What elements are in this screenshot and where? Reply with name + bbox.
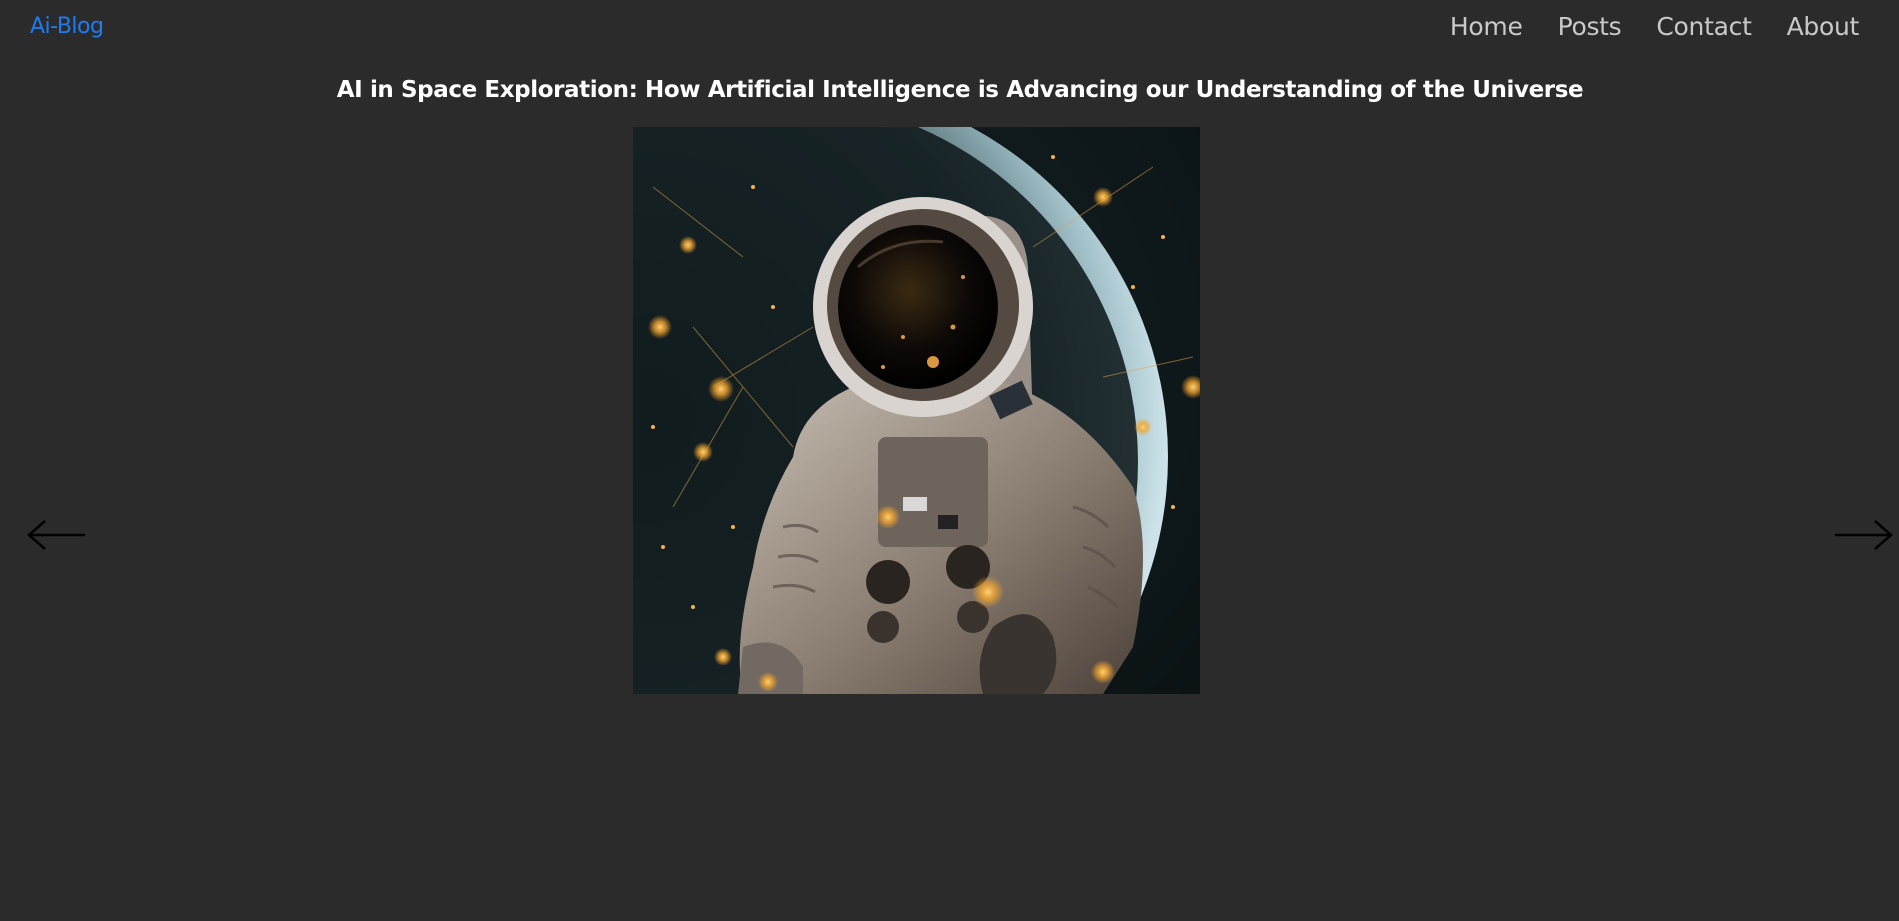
nav-posts[interactable]: Posts [1558,12,1622,41]
nav-home[interactable]: Home [1450,12,1523,41]
arrow-left-icon [27,520,85,550]
astronaut-illustration [633,127,1200,694]
nav-about[interactable]: About [1787,12,1860,41]
site-logo[interactable]: Ai-Blog [30,14,104,39]
nav-contact[interactable]: Contact [1656,12,1751,41]
main-nav: Home Posts Contact About [1450,12,1859,41]
post-hero-image [633,127,1200,694]
site-header: Ai-Blog Home Posts Contact About [0,0,1899,56]
carousel-next-button[interactable] [1833,515,1895,555]
arrow-right-icon [1835,520,1893,550]
carousel-prev-button[interactable] [25,515,87,555]
post-title: AI in Space Exploration: How Artificial … [336,77,1584,103]
